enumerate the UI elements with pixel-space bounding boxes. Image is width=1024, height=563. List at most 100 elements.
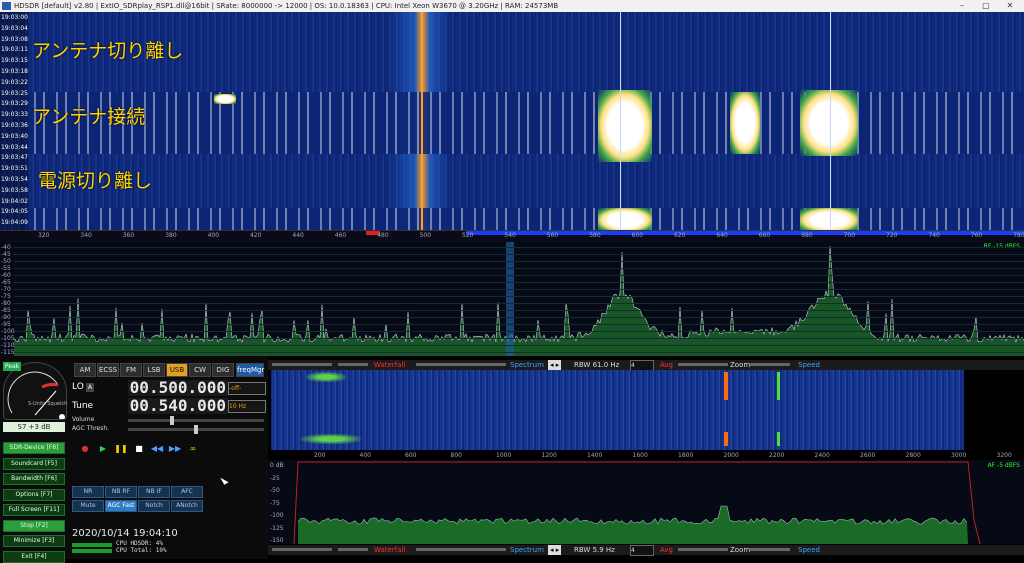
signal-burst bbox=[730, 92, 760, 154]
freq-tick-label: 380 bbox=[165, 232, 177, 239]
tune-frequency[interactable]: 00.540.000 bbox=[128, 398, 228, 414]
db-label: -50 bbox=[1, 258, 11, 265]
dsp-nb-rf-button[interactable]: NB RF bbox=[105, 486, 137, 498]
rewind-icon[interactable]: ◀◀ bbox=[150, 444, 164, 454]
volume-label: Volume bbox=[72, 416, 95, 423]
db-label: -100 bbox=[1, 328, 15, 335]
volume-slider[interactable] bbox=[128, 416, 264, 425]
mode-fm-button[interactable]: FM bbox=[120, 363, 142, 377]
zoom-label: Zoom bbox=[730, 361, 751, 369]
time-label: 19:03:04 bbox=[1, 24, 28, 32]
mode-am-button[interactable]: AM bbox=[74, 363, 96, 377]
freq-tick-label: 780 bbox=[1013, 232, 1024, 239]
dsp-nb-if-button[interactable]: NB IF bbox=[138, 486, 170, 498]
signal-burst bbox=[598, 208, 652, 230]
dsp-mute-button[interactable]: Mute bbox=[72, 500, 104, 512]
mode-dig-button[interactable]: DIG bbox=[212, 363, 234, 377]
bandwidth-button[interactable]: Bandwidth [F6] bbox=[3, 473, 65, 485]
slider-track[interactable] bbox=[272, 548, 332, 551]
close-icon[interactable]: ✕ bbox=[1000, 0, 1020, 12]
agc-slider[interactable] bbox=[128, 425, 264, 434]
dsp-notch-button[interactable]: Notch bbox=[138, 500, 170, 512]
soundcard-button[interactable]: Soundcard [F5] bbox=[3, 457, 65, 470]
play-icon[interactable]: ▶ bbox=[96, 444, 110, 454]
record-icon[interactable]: ● bbox=[78, 444, 92, 454]
slider-track[interactable] bbox=[272, 363, 332, 366]
stop-button[interactable]: Stop [F2] bbox=[3, 519, 65, 532]
mode-ecss-button[interactable]: ECSS bbox=[97, 363, 119, 377]
freq-tick-label: 440 bbox=[292, 232, 304, 239]
audio-waterfall-toolbar: Waterfall Spectrum ◂ ▸ RBW 61.0 Hz 4 Avg… bbox=[268, 360, 1024, 371]
tune-step-select[interactable]: 10 Hz bbox=[228, 400, 266, 413]
sdr-device-button[interactable]: SDR-Device [F8] bbox=[3, 442, 65, 454]
spectrum-label: Spectrum bbox=[510, 361, 544, 369]
grid-line bbox=[14, 317, 1024, 318]
control-panel: Peak S-Units Squelch S7 +3 dB SDR-Device… bbox=[0, 356, 268, 563]
af-db-label: -100 bbox=[270, 512, 284, 519]
rf-spectrum[interactable]: RF -15 dBFS -40-45-50-55-60-65-70-75-80-… bbox=[0, 242, 1024, 356]
db-label: -40 bbox=[1, 244, 11, 251]
app-icon bbox=[2, 2, 11, 10]
freq-tick-label: 560 bbox=[546, 232, 559, 239]
signal-burst bbox=[800, 208, 858, 230]
rf-waterfall[interactable]: アンテナ切り離し アンテナ接続 電源切り離し bbox=[0, 12, 1024, 230]
freq-tick-label: 520 bbox=[462, 232, 474, 239]
minimize-button[interactable]: Minimize [F3] bbox=[3, 535, 65, 547]
af-db-label: -125 bbox=[270, 524, 284, 532]
slider-track[interactable] bbox=[338, 363, 368, 366]
rbw-stepper[interactable]: ◂ ▸ bbox=[548, 545, 562, 555]
loop-icon[interactable]: ∞ bbox=[186, 444, 200, 454]
af-tick-label: 2000 bbox=[723, 452, 739, 459]
dsp-anotch-button[interactable]: ANotch bbox=[171, 500, 203, 512]
audio-panel: Waterfall Spectrum ◂ ▸ RBW 61.0 Hz 4 Avg… bbox=[268, 356, 1024, 559]
db-label: -75 bbox=[1, 293, 11, 300]
dsp-afc-button[interactable]: AFC bbox=[171, 486, 203, 498]
pause-icon[interactable]: ❚❚ bbox=[114, 444, 128, 454]
af-tick-label: 2800 bbox=[905, 452, 921, 459]
volume-knob[interactable] bbox=[170, 416, 174, 425]
slider-track[interactable] bbox=[338, 548, 368, 551]
audio-waterfall[interactable] bbox=[271, 370, 964, 450]
signal-burst bbox=[598, 90, 652, 162]
audio-frequency-scale[interactable]: 200 400 600 800 1000 1200 1400 1600 1800 2000 2200… bbox=[268, 450, 1024, 460]
lo-offset-select[interactable]: -off- bbox=[228, 382, 266, 395]
db-label: -105 bbox=[1, 335, 15, 342]
rbw-value: RBW 61.0 Hz bbox=[574, 361, 620, 369]
time-label: 19:03:54 bbox=[1, 176, 28, 183]
rbw-stepper[interactable]: ◂ ▸ bbox=[548, 360, 562, 370]
db-label: -55 bbox=[1, 265, 11, 272]
slider-track[interactable] bbox=[750, 363, 790, 366]
af-tick-label: 2200 bbox=[769, 452, 785, 459]
exit-button[interactable]: Exit [F4] bbox=[3, 550, 65, 563]
freqmgr-button[interactable]: freqMgr bbox=[236, 363, 264, 377]
dsp-agc-fast-button[interactable]: AGC Fast bbox=[105, 500, 137, 512]
annotation-antenna-disconnect: アンテナ切り離し bbox=[32, 40, 184, 62]
dsp-nr-button[interactable]: NR bbox=[72, 486, 104, 498]
signal-band bbox=[28, 92, 1024, 154]
rbw-avg-select[interactable]: 4 bbox=[630, 545, 654, 556]
maximize-icon[interactable]: ▢ bbox=[976, 0, 996, 12]
slider-track[interactable] bbox=[678, 548, 728, 551]
mode-lsb-button[interactable]: LSB bbox=[143, 363, 165, 377]
slider-track[interactable] bbox=[678, 363, 728, 366]
signal-burst bbox=[301, 434, 361, 444]
slider-track[interactable] bbox=[416, 548, 506, 551]
slider-track[interactable] bbox=[750, 548, 790, 551]
agc-knob[interactable] bbox=[194, 425, 198, 434]
s-meter-dial bbox=[7, 371, 65, 420]
mode-usb-button[interactable]: USB bbox=[166, 363, 188, 377]
slider-track[interactable] bbox=[416, 363, 506, 366]
mode-cw-button[interactable]: CW bbox=[189, 363, 211, 377]
lo-frequency[interactable]: 00.500.000 bbox=[128, 380, 228, 396]
forward-icon[interactable]: ▶▶ bbox=[168, 444, 182, 454]
stop-icon[interactable]: ■ bbox=[132, 444, 146, 454]
minimize-icon[interactable]: – bbox=[952, 0, 972, 12]
lo-vfo-a-button[interactable]: A bbox=[86, 383, 94, 392]
full-button[interactable]: Full Screen [F11] bbox=[3, 504, 65, 516]
grid-line bbox=[14, 331, 1024, 332]
options-button[interactable]: Options [F7] bbox=[3, 488, 65, 501]
freq-tick-label: 420 bbox=[250, 232, 262, 239]
time-label: 19:03:47 bbox=[1, 154, 28, 162]
audio-spectrum[interactable]: AF -5 dBFS 0 dB -25 -50 -75 -100 -125 -150 bbox=[268, 460, 1024, 544]
peak-button[interactable]: Peak bbox=[3, 362, 21, 371]
